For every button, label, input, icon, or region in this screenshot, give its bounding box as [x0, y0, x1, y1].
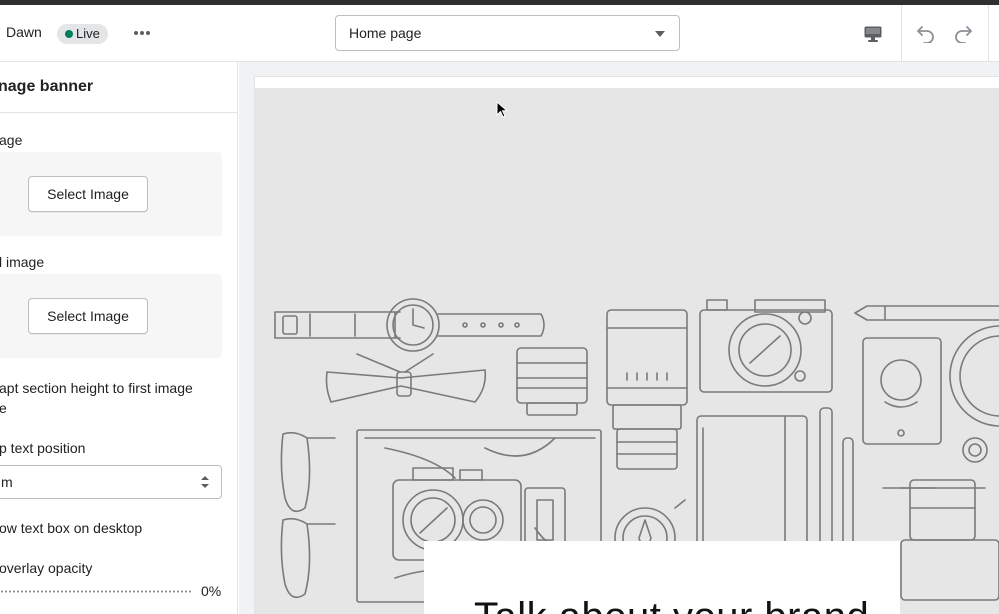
redo-icon	[955, 26, 972, 43]
select-second-image-button[interactable]: Select Image	[28, 298, 148, 334]
theme-name: Dawn	[6, 24, 42, 40]
settings-sidebar: nage banner age Select Image l image Sel…	[0, 62, 238, 614]
page-select-value: Home page	[349, 25, 422, 41]
desktop-text-position-value: m	[1, 474, 13, 490]
editor-topbar: Dawn Live Home page	[0, 5, 999, 62]
image-banner-preview[interactable]	[255, 88, 999, 614]
banner-text-box: Talk about your brand	[424, 541, 900, 614]
sidebar-header: nage banner	[0, 62, 237, 113]
overlay-opacity-label: overlay opacity	[0, 560, 93, 576]
page-select[interactable]: Home page	[335, 15, 680, 51]
undo-icon	[917, 26, 934, 43]
redo-button[interactable]	[948, 18, 978, 48]
image-picker: Select Image	[0, 152, 222, 236]
image-label: age	[0, 132, 23, 148]
ellipsis-icon	[134, 31, 150, 35]
live-badge-label: Live	[76, 26, 100, 41]
overlay-opacity-value: 0%	[201, 583, 222, 599]
adapt-height-label-line2: e	[0, 400, 7, 416]
show-textbox-label[interactable]: ow text box on desktop	[0, 520, 142, 536]
desktop-text-position-select[interactable]: m	[0, 465, 222, 499]
overlay-opacity-slider[interactable]	[0, 590, 193, 593]
more-actions-button[interactable]	[126, 19, 158, 47]
undo-button[interactable]	[911, 18, 941, 48]
mouse-cursor-icon	[496, 101, 508, 118]
desktop-view-button[interactable]	[857, 18, 889, 50]
select-image-button[interactable]: Select Image	[28, 176, 148, 212]
live-status-badge: Live	[57, 24, 108, 44]
live-dot-icon	[65, 30, 73, 38]
second-image-label: l image	[0, 254, 45, 270]
desktop-icon	[864, 26, 882, 42]
banner-illustration	[274, 298, 999, 614]
topbar-divider	[901, 5, 902, 62]
topbar-divider-right	[988, 5, 989, 62]
second-image-picker: Select Image	[0, 274, 222, 358]
adapt-height-label[interactable]: apt section height to first image	[0, 380, 193, 396]
select-arrows-icon	[201, 476, 209, 488]
desktop-text-position-label: p text position	[0, 440, 86, 456]
section-title: nage banner	[0, 78, 94, 95]
banner-heading: Talk about your brand	[474, 595, 869, 614]
caret-down-icon	[655, 31, 665, 37]
